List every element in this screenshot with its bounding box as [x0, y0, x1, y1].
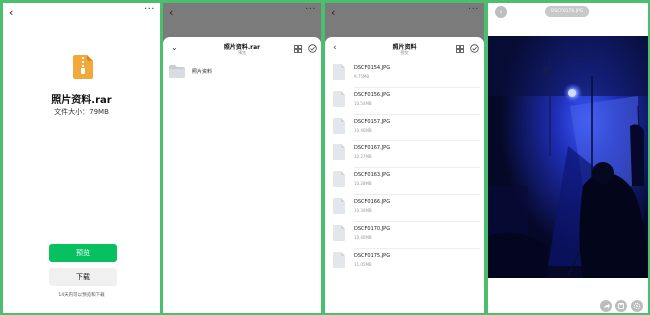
image-file-name: DSCF0176.JPG: [545, 6, 589, 17]
more-options-button[interactable]: ···: [305, 4, 316, 15]
archive-file-size: 文件大小：79MB: [54, 108, 109, 116]
file-name: DSCF0163.JPG: [354, 172, 391, 179]
file-size: 10.46MB: [354, 127, 372, 133]
settings-icon[interactable]: [631, 300, 643, 312]
folder-icon: [169, 65, 185, 78]
preview-sheet: ‹ 照片资料 预览 DSCF0154.JPG 9.75MB DSCF0156.J…: [325, 37, 484, 313]
back-button[interactable]: ‹: [495, 6, 507, 18]
archive-contents-panel: ‹ ··· ⌄ 照片资料.rar 预览 照片资料: [163, 3, 321, 313]
file-row[interactable]: DSCF0167.JPG 10.27MB: [325, 141, 484, 169]
back-button[interactable]: ‹: [9, 6, 13, 20]
folder-row[interactable]: 照片资料: [169, 63, 321, 83]
save-glyph-icon: [618, 303, 624, 309]
zip-file-icon: [73, 55, 93, 79]
download-button[interactable]: 下载: [49, 268, 117, 286]
archive-file-name: 照片资料.rar: [51, 95, 112, 106]
file-size: 10.27MB: [354, 154, 372, 160]
top-bar: ‹ ···: [163, 3, 321, 25]
grid-view-icon[interactable]: [456, 45, 464, 53]
preview-sheet: ⌄ 照片资料.rar 预览 照片资料: [163, 37, 321, 313]
folder-label: 照片资料: [192, 69, 213, 75]
document-icon: [333, 64, 345, 80]
preview-button[interactable]: 预览: [49, 244, 117, 262]
gear-icon: [633, 302, 641, 310]
file-name: DSCF0167.JPG: [354, 145, 391, 152]
archive-info-panel: ‹ ··· 照片资料.rar 文件大小：79MB 预览 下载 14天内可以预览和…: [3, 3, 160, 313]
back-button[interactable]: ‹: [331, 6, 335, 20]
file-row[interactable]: DSCF0170.JPG 10.40MB: [325, 222, 484, 249]
file-row[interactable]: DSCF0175.JPG 11.05MB: [325, 249, 484, 276]
file-row[interactable]: DSCF0166.JPG 10.30MB: [325, 195, 484, 222]
sheet-header: ‹ 照片资料 预览: [325, 37, 484, 61]
document-icon: [333, 117, 345, 134]
more-options-button[interactable]: ···: [144, 4, 155, 15]
folder-contents-panel: ‹ ··· ‹ 照片资料 预览 DSCF0154.JPG 9.75MB DSCF…: [325, 3, 484, 313]
file-size: 10.28MB: [354, 181, 372, 187]
document-icon: [333, 251, 345, 268]
file-row[interactable]: DSCF0163.JPG 10.28MB: [325, 168, 484, 195]
file-size: 10.40MB: [354, 234, 372, 240]
save-icon[interactable]: [615, 300, 627, 312]
share-icon[interactable]: [600, 300, 612, 312]
file-name: DSCF0157.JPG: [354, 118, 391, 125]
grid-view-icon[interactable]: [294, 45, 302, 53]
check-circle-icon[interactable]: [470, 44, 479, 53]
file-row[interactable]: DSCF0157.JPG 10.46MB: [325, 115, 484, 142]
file-row[interactable]: DSCF0154.JPG 9.75MB: [325, 61, 484, 88]
sheet-header: ⌄ 照片资料.rar 预览: [163, 37, 321, 61]
top-bar: ‹ ···: [325, 3, 484, 25]
document-icon: [333, 197, 345, 214]
file-name: DSCF0156.JPG: [354, 91, 391, 98]
file-size: 11.05MB: [354, 261, 372, 267]
file-name: DSCF0170.JPG: [354, 225, 391, 232]
file-name: DSCF0154.JPG: [354, 65, 391, 71]
top-bar: ‹ ···: [3, 3, 160, 25]
file-size: 10.54MB: [354, 100, 372, 106]
file-name: DSCF0175.JPG: [354, 252, 391, 259]
file-size: 9.75MB: [354, 74, 370, 79]
file-list: DSCF0154.JPG 9.75MB DSCF0156.JPG 10.54MB…: [325, 61, 484, 275]
file-row[interactable]: DSCF0156.JPG 10.54MB: [325, 88, 484, 115]
document-icon: [333, 171, 345, 188]
more-options-button[interactable]: ···: [468, 4, 479, 15]
download-expiry-note: 14天内可以预览和下载: [58, 293, 105, 298]
file-name: DSCF0166.JPG: [354, 198, 391, 205]
file-size: 10.30MB: [354, 207, 372, 213]
share-arrow-icon: [604, 303, 610, 309]
image-preview-panel: ‹ DSCF0176.JPG: [488, 3, 648, 313]
check-circle-icon[interactable]: [308, 44, 317, 53]
document-icon: [333, 224, 345, 241]
document-icon: [333, 144, 345, 161]
back-button[interactable]: ‹: [169, 6, 173, 20]
document-icon: [333, 90, 345, 107]
photo-preview: [488, 36, 648, 278]
